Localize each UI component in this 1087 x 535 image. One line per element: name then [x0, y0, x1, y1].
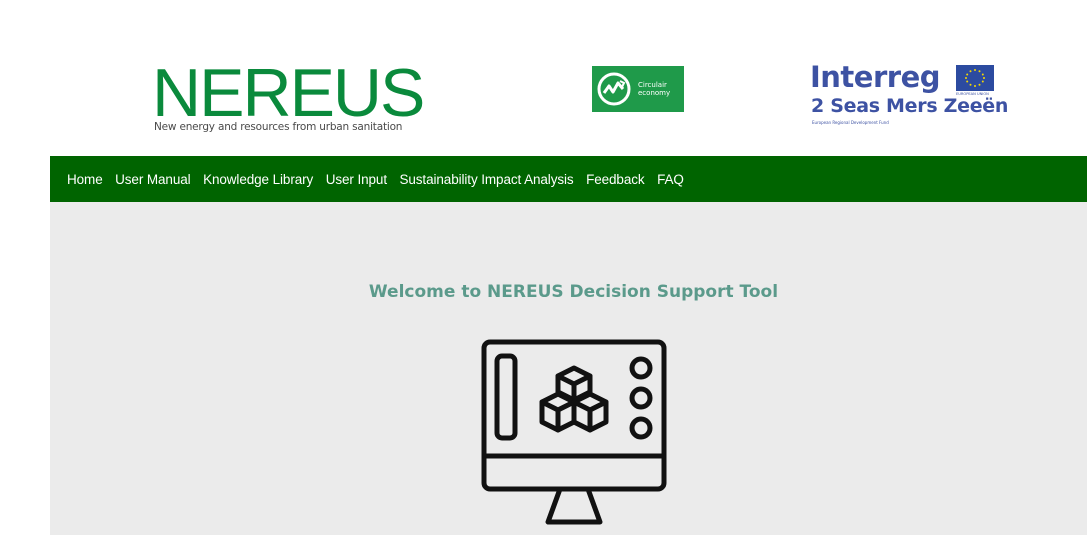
circular-line2: economy [638, 89, 671, 97]
nav-item-user-manual[interactable]: User Manual [115, 172, 191, 187]
welcome-title: Welcome to NEREUS Decision Support Tool [368, 282, 779, 302]
eu-flag-icon [956, 65, 994, 91]
nereus-logo[interactable]: NEREUS New energy and resources from urb… [152, 58, 452, 138]
interreg-name: Interreg [810, 60, 941, 94]
nav-item-home[interactable]: Home [67, 172, 103, 187]
nav-item-faq[interactable]: FAQ [657, 172, 684, 187]
nav-item-knowledge-library[interactable]: Knowledge Library [203, 172, 313, 187]
circular-line1: Circulair [638, 81, 667, 89]
interreg-logo: Interreg EUROPEAN UNION 2 Seas Mers Zeeë… [810, 60, 1008, 144]
main-nav: Home User Manual Knowledge Library User … [50, 156, 1087, 202]
nav-list: Home User Manual Knowledge Library User … [50, 172, 696, 187]
header: NEREUS New energy and resources from urb… [0, 0, 1087, 156]
main-content: Welcome to NEREUS Decision Support Tool [50, 202, 1087, 535]
nereus-wordmark: NEREUS [152, 55, 425, 131]
interreg-program: 2 Seas Mers Zeeën [811, 95, 1009, 117]
nereus-tagline: New energy and resources from urban sani… [154, 121, 403, 133]
nav-item-sustainability-impact-analysis[interactable]: Sustainability Impact Analysis [399, 172, 573, 187]
page: NEREUS New energy and resources from urb… [0, 0, 1087, 535]
interreg-fund: European Regional Development Fund [812, 120, 889, 125]
nav-item-user-input[interactable]: User Input [326, 172, 387, 187]
nav-item-feedback[interactable]: Feedback [586, 172, 645, 187]
circular-economy-text: Circulair economy [638, 81, 684, 97]
monitor-blocks-icon [481, 339, 667, 525]
circular-economy-logo: Circulair economy [592, 66, 684, 112]
circular-economy-icon [597, 72, 631, 106]
